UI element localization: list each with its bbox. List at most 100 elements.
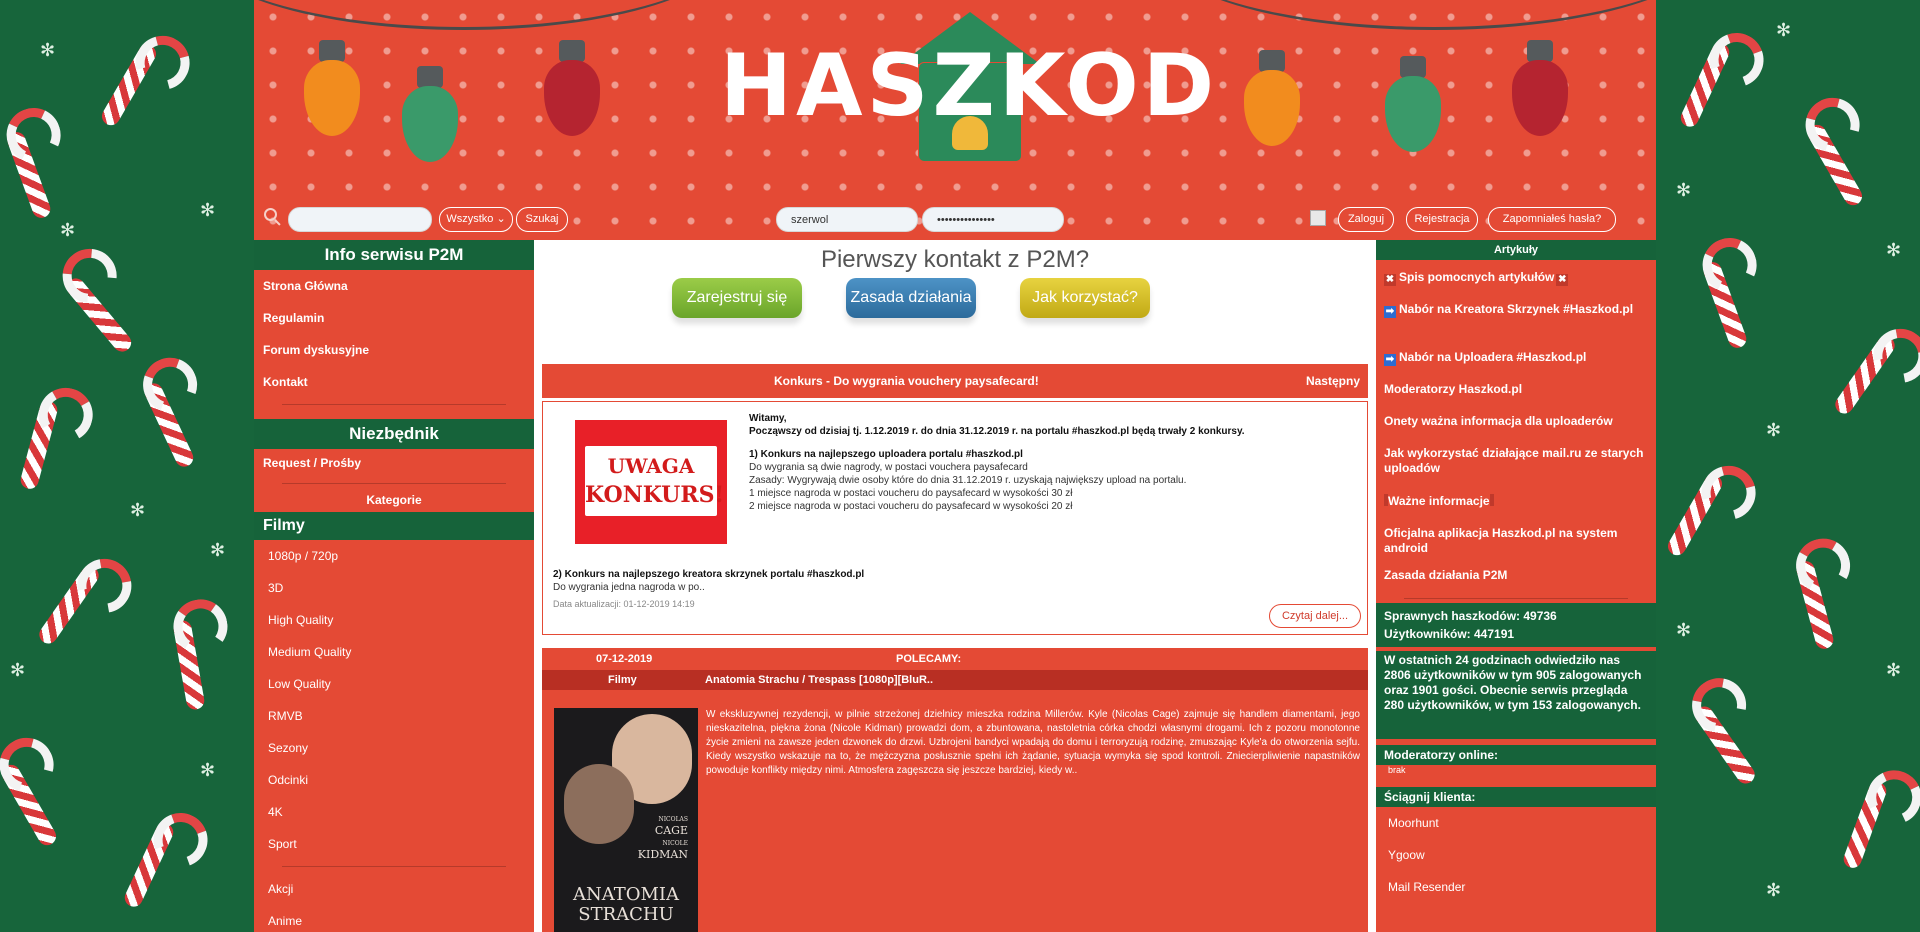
poster-text: NICOLAS <box>658 816 688 823</box>
info-title: Info serwisu P2M <box>254 240 534 270</box>
news-bar-title: Konkurs - Do wygrania vouchery paysafeca… <box>774 374 1039 388</box>
article-link[interactable]: Ważne informacje <box>1376 494 1656 526</box>
category-select-value: Wszystko <box>446 213 494 225</box>
news-updated: Data aktualizacji: 01-12-2019 14:19 <box>553 599 695 609</box>
article-link[interactable]: Oficjalna aplikacja Haszkod.pl na system… <box>1376 526 1656 568</box>
movie-category[interactable]: Filmy <box>608 670 637 690</box>
movie-description: W ekskluzywnej rezydencji, w pilnie strz… <box>706 709 1360 776</box>
mods-online-title: Moderatorzy online: <box>1376 745 1656 765</box>
register-button[interactable]: Rejestracja <box>1406 207 1478 232</box>
client-title: Ściągnij klienta: <box>1376 787 1656 807</box>
red-bulb-icon <box>1512 40 1568 136</box>
toolbar: Wszystko ⌄ Szukaj Zaloguj Rejestracja Za… <box>254 204 1656 236</box>
article-link-label: Nabór na Uploadera #Haszkod.pl <box>1399 350 1587 364</box>
category-item[interactable]: 4K <box>254 796 534 828</box>
news-k2-title: 2) Konkurs na najlepszego kreatora skrzy… <box>553 569 865 580</box>
search-icon <box>264 208 282 226</box>
news-intro: Począwszy od dzisiaj tj. 1.12.2019 r. do… <box>749 426 1245 437</box>
username-field[interactable] <box>776 207 918 232</box>
category-item[interactable]: Akcji <box>254 873 534 905</box>
sidebar-item-contact[interactable]: Kontakt <box>254 366 534 398</box>
left-sidebar: Info serwisu P2M Strona Główna Regulamin… <box>254 240 534 932</box>
news-k1-line: Do wygrania są dwie nagrody, w postaci v… <box>749 462 1028 473</box>
category-item[interactable]: Low Quality <box>254 668 534 700</box>
arrow-right-icon: ➡ <box>1384 306 1396 318</box>
stat-haszkody: Sprawnych haszkodów: 49736 <box>1384 609 1557 623</box>
right-sidebar: Artykuły ✖ Spis pomocnych artykułów ✖ ➡ Nab… <box>1376 240 1656 932</box>
search-button[interactable]: Szukaj <box>516 207 568 232</box>
featured-movie: 07-12-2019 POLECAMY: Filmy Anatomia Stra… <box>542 648 1368 932</box>
cross-icon: ✖ <box>1556 274 1569 286</box>
article-link[interactable]: ➡ Nabór na Uploadera #Haszkod.pl <box>1376 350 1656 382</box>
orange-bulb-icon <box>1244 50 1300 146</box>
sidebar-item-request[interactable]: Request / Prośby <box>254 449 534 477</box>
sidebar-item-forum[interactable]: Forum dyskusyjne <box>254 334 534 366</box>
read-more-button[interactable]: Czytaj dalej... <box>1268 604 1361 628</box>
category-item[interactable]: Sport <box>254 828 534 860</box>
search-input[interactable] <box>288 207 432 232</box>
left-background: ✻ ✻ ✻ ✻ ✻ ✻ ✻ <box>0 0 254 932</box>
page-wrapper: HASZKOD Wszystko ⌄ Szukaj Zaloguj Rejest… <box>254 0 1656 932</box>
articles-title: Artykuły <box>1376 240 1656 260</box>
movie-title[interactable]: Anatomia Strachu / Trespass [1080p][BluR… <box>705 670 933 690</box>
header-banner: HASZKOD Wszystko ⌄ Szukaj Zaloguj Rejest… <box>254 0 1656 240</box>
konkurs-image-text-1: UWAGA <box>607 454 695 478</box>
client-link[interactable]: Ygoow <box>1376 839 1656 871</box>
news-k1-line: 2 miejsce nagroda w postaci voucheru do … <box>749 501 1073 512</box>
register-cta-button[interactable]: Zarejestruj się <box>672 278 802 318</box>
article-link[interactable]: ➡ Nabór na Kreatora Skrzynek #Haszkod.pl <box>1376 302 1656 350</box>
how-to-use-button[interactable]: Jak korzystać? <box>1020 278 1150 318</box>
filmy-title[interactable]: Filmy <box>254 512 534 540</box>
movie-poster[interactable]: NICOLAS CAGE NICOLE KIDMAN ANATOMIA STRA… <box>554 708 698 932</box>
client-link[interactable]: Moorhunt <box>1376 807 1656 839</box>
poster-text: STRACHU <box>578 904 674 925</box>
red-bulb-icon <box>544 40 600 136</box>
sidebar-item-home[interactable]: Strona Główna <box>254 270 534 302</box>
article-link[interactable]: Zasada działania P2M <box>1376 568 1656 594</box>
news-next-link[interactable]: Następny <box>1306 374 1360 388</box>
article-link-label: Spis pomocnych artykułów <box>1399 270 1555 284</box>
site-logo[interactable]: HASZKOD <box>720 36 1214 136</box>
poster-text: KIDMAN <box>637 848 688 861</box>
category-item[interactable]: 1080p / 720p <box>254 540 534 572</box>
article-link[interactable]: Moderatorzy Haszkod.pl <box>1376 382 1656 414</box>
marker-icon <box>1489 494 1494 506</box>
news-bar: Konkurs - Do wygrania vouchery paysafeca… <box>542 364 1368 398</box>
login-button[interactable]: Zaloguj <box>1338 207 1394 232</box>
orange-bulb-icon <box>304 40 360 136</box>
article-link[interactable]: Onety ważna informacja dla uploaderów <box>1376 414 1656 446</box>
article-link[interactable]: Jak wykorzystać działające mail.ru ze st… <box>1376 446 1656 494</box>
mods-online-value: brak <box>1388 765 1406 775</box>
news-k2: 2) Konkurs na najlepszego kreatora skrzy… <box>553 568 864 611</box>
polecamy-label: POLECAMY: <box>896 653 962 665</box>
main-content: Pierwszy kontakt z P2M? Zarejestruj się … <box>534 240 1376 932</box>
konkurs-image: UWAGA KONKURS! <box>575 420 727 544</box>
forgot-password-button[interactable]: Zapomniałeś hasła? <box>1488 207 1616 232</box>
category-item[interactable]: Odcinki <box>254 764 534 796</box>
remember-checkbox[interactable] <box>1310 210 1326 226</box>
password-field[interactable] <box>922 207 1064 232</box>
category-select[interactable]: Wszystko ⌄ <box>439 207 513 232</box>
client-link[interactable]: Mail Resender <box>1376 871 1656 903</box>
category-item[interactable]: 3D <box>254 572 534 604</box>
stat-box: Sprawnych haszkodów: 49736 Użytkowników:… <box>1376 603 1656 647</box>
category-item[interactable]: High Quality <box>254 604 534 636</box>
how-it-works-button[interactable]: Zasada działania <box>846 278 976 318</box>
category-item[interactable]: Sezony <box>254 732 534 764</box>
category-item[interactable]: Anime <box>254 905 534 932</box>
chevron-down-icon: ⌄ <box>496 213 506 225</box>
sidebar-item-rules[interactable]: Regulamin <box>254 302 534 334</box>
poster-text: CAGE <box>654 824 688 837</box>
cross-icon: ✖ <box>1384 274 1396 286</box>
category-item[interactable]: Medium Quality <box>254 636 534 668</box>
article-link[interactable]: ✖ Spis pomocnych artykułów ✖ <box>1376 270 1656 302</box>
news-k1-line: 1 miejsce nagroda w postaci voucheru do … <box>749 488 1073 499</box>
category-item[interactable]: RMVB <box>254 700 534 732</box>
kategorie-title: Kategorie <box>366 493 422 507</box>
news-greeting: Witamy, <box>749 413 787 424</box>
news-box: UWAGA KONKURS! Witamy, Począwszy od dzis… <box>542 401 1368 635</box>
right-background: ✻ ✻ ✻ ✻ ✻ ✻ ✻ <box>1656 0 1920 932</box>
arrow-right-icon: ➡ <box>1384 354 1396 366</box>
konkurs-image-text-2: KONKURS! <box>585 482 725 508</box>
first-contact-title: Pierwszy kontakt z P2M? <box>820 246 1090 273</box>
